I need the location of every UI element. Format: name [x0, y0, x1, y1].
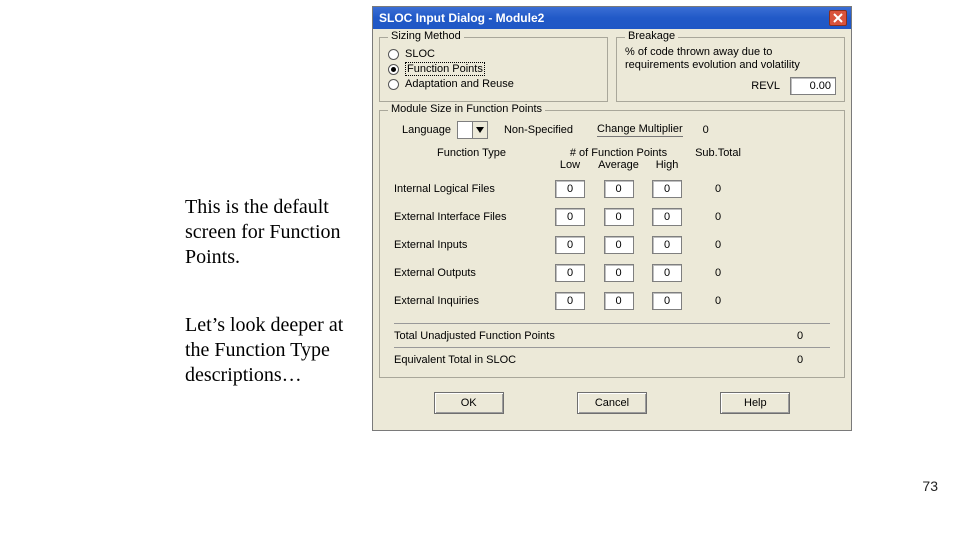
breakage-legend: Breakage	[625, 30, 678, 42]
table-row: External Interface Files 0 0 0 0	[394, 203, 830, 231]
radio-function-points[interactable]: Function Points	[388, 62, 599, 76]
change-multiplier-button[interactable]: Change Multiplier	[597, 123, 683, 137]
fp-low-input[interactable]: 0	[555, 208, 585, 226]
module-size-legend: Module Size in Function Points	[388, 103, 545, 115]
radio-sloc-label: SLOC	[405, 48, 435, 60]
language-combo[interactable]	[457, 121, 488, 139]
function-points-table: Function Type # of Function Points Sub.T…	[394, 147, 830, 315]
table-row: External Inquiries 0 0 0 0	[394, 287, 830, 315]
titlebar[interactable]: SLOC Input Dialog - Module2	[373, 7, 851, 29]
col-high: High	[646, 159, 688, 171]
row-name: External Inputs	[394, 239, 549, 251]
row-name: Internal Logical Files	[394, 183, 549, 195]
breakage-description: % of code thrown away due to requirement…	[625, 46, 836, 71]
chevron-down-icon	[472, 122, 487, 138]
fp-subtotal: 0	[688, 267, 748, 279]
radio-icon	[388, 49, 399, 60]
help-button[interactable]: Help	[720, 392, 790, 414]
module-size-fp-group: Module Size in Function Points Language …	[379, 110, 845, 378]
window-title: SLOC Input Dialog - Module2	[379, 11, 829, 25]
row-name: External Outputs	[394, 267, 549, 279]
sizing-method-group: Sizing Method SLOC Function Points Adapt…	[379, 37, 608, 102]
radio-fp-label: Function Points	[405, 62, 485, 76]
slide-annotation-default: This is the default screen for Function …	[185, 195, 345, 270]
equiv-sloc-value: 0	[770, 354, 830, 366]
slide-annotation-deeper: Let’s look deeper at the Function Type d…	[185, 313, 355, 388]
radio-adapt-label: Adaptation and Reuse	[405, 78, 514, 90]
cancel-button[interactable]: Cancel	[577, 392, 647, 414]
fp-high-input[interactable]: 0	[652, 264, 682, 282]
fp-low-input[interactable]: 0	[555, 292, 585, 310]
page-number: 73	[922, 478, 938, 494]
fp-subtotal: 0	[688, 211, 748, 223]
fp-avg-input[interactable]: 0	[604, 264, 634, 282]
fp-low-input[interactable]: 0	[555, 264, 585, 282]
fp-subtotal: 0	[688, 239, 748, 251]
fp-subtotal: 0	[688, 295, 748, 307]
total-unadjusted-label: Total Unadjusted Function Points	[394, 330, 770, 342]
fp-avg-input[interactable]: 0	[604, 292, 634, 310]
col-low: Low	[549, 159, 591, 171]
row-name: External Inquiries	[394, 295, 549, 307]
language-value	[458, 122, 472, 138]
row-name: External Interface Files	[394, 211, 549, 223]
language-label: Language	[402, 124, 451, 136]
total-unadjusted-value: 0	[770, 330, 830, 342]
fp-avg-input[interactable]: 0	[604, 236, 634, 254]
col-subtotal: Sub.Total	[688, 147, 748, 159]
radio-icon	[388, 79, 399, 90]
radio-sloc[interactable]: SLOC	[388, 48, 599, 60]
revl-label: REVL	[751, 80, 780, 92]
table-row: Internal Logical Files 0 0 0 0	[394, 175, 830, 203]
breakage-group: Breakage % of code thrown away due to re…	[616, 37, 845, 102]
fp-high-input[interactable]: 0	[652, 180, 682, 198]
equiv-sloc-label: Equivalent Total in SLOC	[394, 354, 770, 366]
ok-button[interactable]: OK	[434, 392, 504, 414]
fp-high-input[interactable]: 0	[652, 236, 682, 254]
sizing-method-legend: Sizing Method	[388, 30, 464, 42]
dialog-button-bar: OK Cancel Help	[379, 382, 845, 424]
fp-low-input[interactable]: 0	[555, 180, 585, 198]
fp-high-input[interactable]: 0	[652, 292, 682, 310]
radio-adaptation-reuse[interactable]: Adaptation and Reuse	[388, 78, 599, 90]
col-average: Average	[591, 159, 646, 171]
change-multiplier-value: 0	[703, 124, 709, 136]
table-row: External Outputs 0 0 0 0	[394, 259, 830, 287]
fp-avg-input[interactable]: 0	[604, 180, 634, 198]
table-row: External Inputs 0 0 0 0	[394, 231, 830, 259]
fp-subtotal: 0	[688, 183, 748, 195]
revl-input[interactable]: 0.00	[790, 77, 836, 95]
col-num-fp: # of Function Points	[549, 147, 688, 159]
radio-icon	[388, 64, 399, 75]
close-icon	[833, 13, 843, 23]
language-nonspecified: Non-Specified	[504, 124, 573, 136]
sloc-input-dialog: SLOC Input Dialog - Module2 Sizing Metho…	[372, 6, 852, 431]
col-function-type: Function Type	[394, 147, 549, 159]
close-button[interactable]	[829, 10, 847, 26]
fp-low-input[interactable]: 0	[555, 236, 585, 254]
fp-avg-input[interactable]: 0	[604, 208, 634, 226]
fp-high-input[interactable]: 0	[652, 208, 682, 226]
